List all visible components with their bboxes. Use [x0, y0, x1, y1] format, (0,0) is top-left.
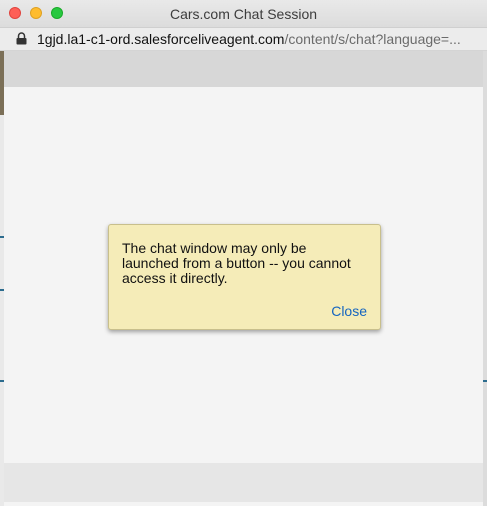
- lock-icon: [16, 32, 27, 45]
- url-text[interactable]: 1gjd.la1-c1-ord.salesforceliveagent.com/…: [37, 31, 461, 47]
- url-path: /content/s/chat?language=...: [284, 31, 461, 47]
- address-bar[interactable]: 1gjd.la1-c1-ord.salesforceliveagent.com/…: [0, 28, 487, 51]
- background-page-line: [483, 380, 487, 382]
- window-title: Cars.com Chat Session: [169, 6, 318, 22]
- chat-footer-bar: [4, 463, 483, 502]
- title-bar[interactable]: Cars.com Chat Session: [0, 0, 487, 28]
- close-button[interactable]: Close: [331, 303, 367, 319]
- error-dialog: The chat window may only be launched fro…: [108, 224, 381, 330]
- dialog-message: The chat window may only be launched fro…: [122, 240, 351, 286]
- background-page-edge-right: [483, 51, 487, 506]
- browser-window: Cars.com Chat Session 1gjd.la1-c1-ord.sa…: [0, 0, 487, 506]
- chat-header-bar: [4, 51, 483, 87]
- url-host: 1gjd.la1-c1-ord.salesforceliveagent.com: [37, 31, 285, 47]
